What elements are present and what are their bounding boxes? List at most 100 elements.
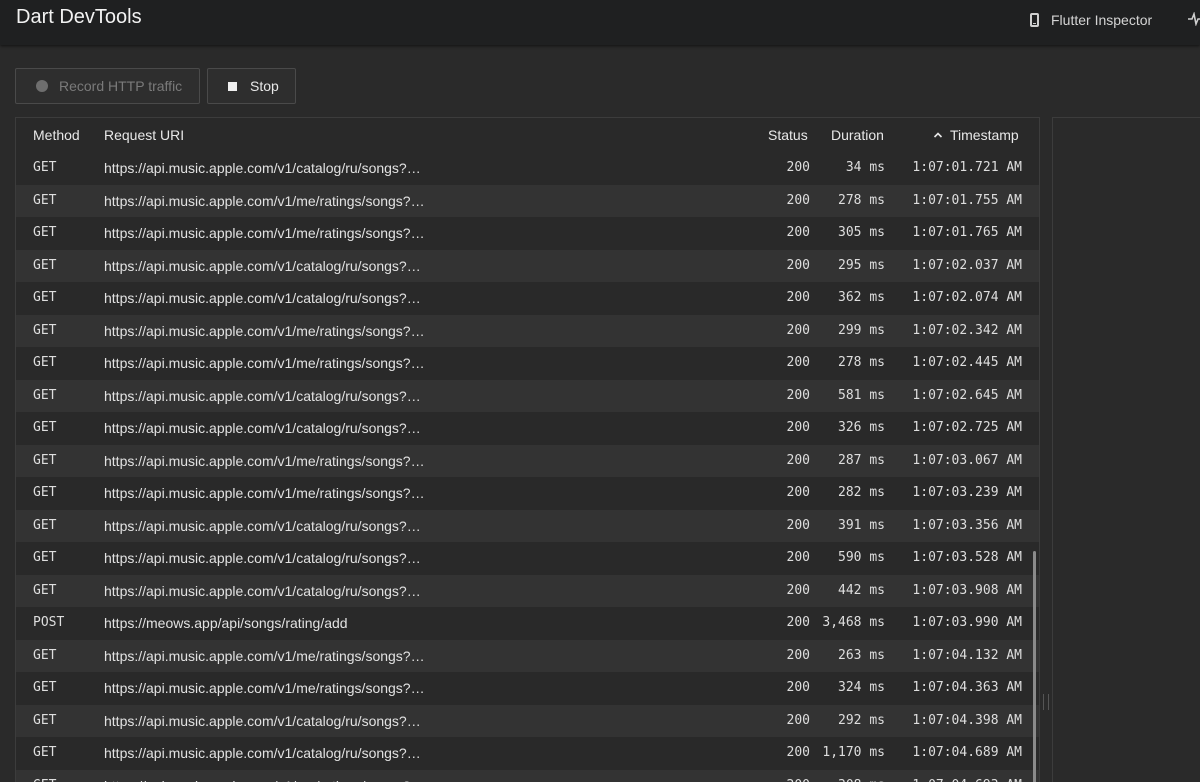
- cell-duration: 581 ms: [838, 387, 885, 403]
- performance-icon[interactable]: [1188, 12, 1200, 26]
- tab-flutter-inspector-label: Flutter Inspector: [1051, 12, 1153, 28]
- cell-status: 200: [786, 387, 810, 403]
- cell-status: 200: [786, 160, 810, 175]
- table-row[interactable]: GET https://api.music.apple.com/v1/catalo…: [16, 282, 1039, 315]
- stop-icon: [228, 81, 237, 91]
- table-scrollbar[interactable]: [1033, 551, 1036, 782]
- stop-button-label: Stop: [250, 78, 279, 94]
- cell-method: GET: [33, 778, 56, 782]
- pane-splitter-handle[interactable]: [1043, 694, 1049, 710]
- cell-duration: 34 ms: [845, 160, 885, 175]
- column-header-timestamp[interactable]: Timestamp: [933, 127, 1019, 143]
- column-header-method[interactable]: Method: [33, 127, 80, 143]
- cell-duration: 282 ms: [838, 485, 885, 500]
- table-row[interactable]: GET https://api.music.apple.com/v1/me/rat…: [16, 347, 1039, 380]
- cell-duration: 263 ms: [838, 647, 885, 663]
- table-row[interactable]: GET https://api.music.apple.com/v1/me/rat…: [16, 217, 1039, 250]
- cell-method: GET: [33, 192, 57, 208]
- cell-request-uri: https://api.music.apple.com/v1/catalog/r…: [104, 420, 421, 436]
- table-row[interactable]: GET https://api.music.apple.com/v1/catalo…: [16, 152, 1039, 185]
- cell-method: GET: [33, 550, 57, 565]
- cell-method: GET: [33, 257, 57, 273]
- table-row[interactable]: GET https://api.music.apple.com/v1/catalo…: [16, 509, 1039, 542]
- cell-duration: 3,468 ms: [822, 615, 885, 630]
- table-row[interactable]: GET https://api.music.apple.com/v1/catalo…: [16, 704, 1039, 737]
- cell-duration: 590 ms: [838, 550, 885, 565]
- cell-duration: 442 ms: [838, 582, 885, 598]
- cell-timestamp: 1:07:01.721 AM: [912, 160, 1022, 175]
- cell-duration: 295 ms: [838, 257, 885, 273]
- column-header-status[interactable]: Status: [768, 127, 808, 143]
- cell-method: GET: [33, 355, 57, 370]
- table-row[interactable]: GET https://api.music.apple.com/v1/me/rat…: [16, 314, 1039, 347]
- cell-timestamp: 1:07:02.342 AM: [912, 322, 1022, 338]
- cell-status: 200: [786, 257, 810, 273]
- cell-method: GET: [33, 452, 57, 468]
- cell-status: 200: [786, 225, 810, 240]
- table-row[interactable]: GET https://api.music.apple.com/v1/me/rat…: [16, 769, 1039, 782]
- cell-duration: 391 ms: [838, 517, 885, 533]
- cell-timestamp: 1:07:03.356 AM: [912, 517, 1022, 533]
- cell-request-uri: https://api.music.apple.com/v1/catalog/r…: [104, 160, 421, 176]
- table-row[interactable]: GET https://api.music.apple.com/v1/me/rat…: [16, 672, 1039, 705]
- cell-timestamp: 1:07:02.074 AM: [912, 290, 1022, 305]
- table-row[interactable]: GET https://api.music.apple.com/v1/me/rat…: [16, 477, 1039, 510]
- cell-status: 200: [786, 680, 810, 695]
- cell-method: GET: [33, 322, 57, 338]
- cell-timestamp: 1:07:01.765 AM: [912, 225, 1022, 240]
- table-row[interactable]: GET https://api.music.apple.com/v1/me/rat…: [16, 444, 1039, 477]
- http-requests-table: Method Request URI Status Duration Times…: [15, 117, 1040, 782]
- tab-flutter-inspector[interactable]: Flutter Inspector: [1030, 10, 1152, 30]
- table-row[interactable]: GET https://api.music.apple.com/v1/catalo…: [16, 249, 1039, 282]
- column-header-uri[interactable]: Request URI: [104, 127, 184, 143]
- cell-timestamp: 1:07:04.693 AM: [912, 778, 1022, 782]
- record-http-traffic-button[interactable]: Record HTTP traffic: [15, 68, 200, 104]
- cell-status: 200: [786, 517, 810, 533]
- table-body: GET https://api.music.apple.com/v1/catalo…: [16, 152, 1039, 782]
- cell-method: GET: [33, 582, 57, 598]
- cell-timestamp: 1:07:03.990 AM: [912, 615, 1022, 630]
- cell-method: GET: [33, 745, 57, 760]
- cell-request-uri: https://api.music.apple.com/v1/me/rating…: [104, 192, 425, 209]
- table-row[interactable]: GET https://api.music.apple.com/v1/catalo…: [16, 412, 1039, 445]
- table-row[interactable]: GET https://api.music.apple.com/v1/catalo…: [16, 542, 1039, 575]
- cell-timestamp: 1:07:03.067 AM: [912, 452, 1022, 468]
- cell-method: GET: [33, 680, 57, 695]
- cell-status: 200: [786, 550, 810, 565]
- cell-method: GET: [33, 160, 57, 175]
- cell-duration: 278 ms: [838, 192, 885, 208]
- cell-duration: 362 ms: [838, 290, 885, 305]
- table-row[interactable]: GET https://api.music.apple.com/v1/catalo…: [16, 574, 1039, 607]
- cell-request-uri: https://api.music.apple.com/v1/me/rating…: [104, 452, 425, 469]
- cell-request-uri: https://api.music.apple.com/v1/catalog/r…: [104, 550, 421, 566]
- table-row[interactable]: GET https://api.music.apple.com/v1/catalo…: [16, 737, 1039, 770]
- cell-request-uri: https://api.music.apple.com/v1/catalog/r…: [104, 290, 421, 306]
- cell-status: 200: [786, 192, 810, 208]
- stop-button[interactable]: Stop: [207, 68, 296, 104]
- cell-status: 200: [786, 452, 810, 468]
- cell-duration: 292 ms: [838, 712, 885, 728]
- column-header-duration[interactable]: Duration: [831, 127, 884, 143]
- cell-timestamp: 1:07:04.363 AM: [912, 680, 1022, 695]
- cell-duration: 308 ms: [838, 778, 885, 782]
- cell-request-uri: https://api.music.apple.com/v1/catalog/r…: [104, 712, 421, 729]
- request-details-pane: [1052, 117, 1200, 782]
- column-header-timestamp-label: Timestamp: [950, 127, 1019, 143]
- cell-method: GET: [33, 647, 57, 663]
- table-row[interactable]: GET https://api.music.apple.com/v1/catalo…: [16, 379, 1039, 412]
- cell-status: 200: [786, 322, 810, 338]
- cell-timestamp: 1:07:02.645 AM: [912, 387, 1022, 403]
- cell-request-uri: https://api.music.apple.com/v1/me/rating…: [104, 225, 425, 241]
- phone-icon: [1030, 13, 1039, 27]
- record-icon: [36, 80, 48, 92]
- cell-timestamp: 1:07:01.755 AM: [912, 192, 1022, 208]
- cell-timestamp: 1:07:03.528 AM: [912, 550, 1022, 565]
- cell-request-uri: https://api.music.apple.com/v1/catalog/r…: [104, 582, 421, 599]
- table-row[interactable]: GET https://api.music.apple.com/v1/me/rat…: [16, 184, 1039, 217]
- cell-timestamp: 1:07:03.908 AM: [912, 582, 1022, 598]
- cell-timestamp: 1:07:02.725 AM: [912, 420, 1022, 435]
- cell-status: 200: [786, 485, 810, 500]
- table-row[interactable]: POST https://meows.app/api/songs/rating/a…: [16, 607, 1039, 640]
- table-row[interactable]: GET https://api.music.apple.com/v1/me/rat…: [16, 639, 1039, 672]
- cell-timestamp: 1:07:02.445 AM: [912, 355, 1022, 370]
